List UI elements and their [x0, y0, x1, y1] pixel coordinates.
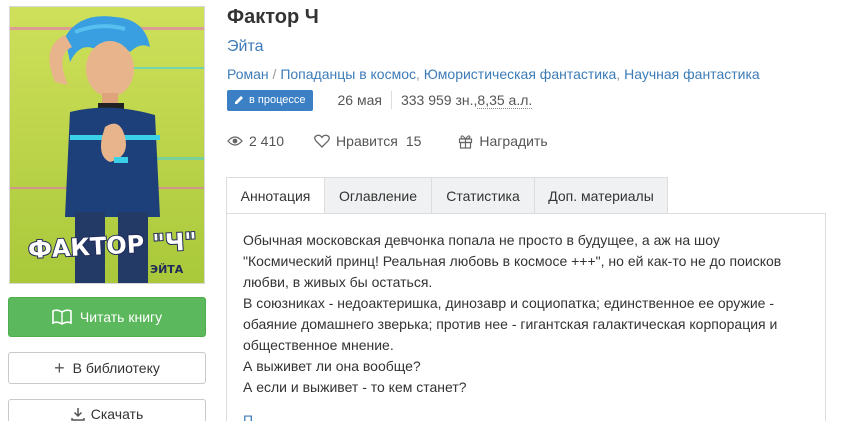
read-book-label: Читать книгу: [79, 309, 163, 325]
more-link[interactable]: П: [243, 412, 253, 421]
genre-link[interactable]: Научная фантастика: [624, 66, 760, 82]
pencil-icon: [234, 95, 244, 105]
book-stats: 2 410 Нравится 15 Наградить: [227, 131, 548, 151]
add-to-library-label: В библиотеку: [72, 360, 160, 376]
genre-link[interactable]: Юмористическая фантастика: [424, 66, 617, 82]
book-title: Фактор Ч: [227, 6, 319, 28]
tab-annotation[interactable]: Аннотация: [226, 177, 325, 214]
divider: [390, 91, 392, 109]
genre-separator: ,: [616, 66, 625, 82]
download-button[interactable]: Скачать: [8, 399, 206, 421]
svg-text:ЭЙТА: ЭЙТА: [150, 263, 184, 276]
tab-contents[interactable]: Оглавление: [325, 177, 432, 214]
status-label: в процессе: [249, 94, 306, 106]
annotation-text: Обычная московская девчонка попала не пр…: [243, 230, 808, 398]
book-meta: в процессе 26 мая 333 959 зн., 8,35 а.л.: [227, 89, 533, 111]
reward-button[interactable]: Наградить: [458, 133, 548, 149]
views-count: 2 410: [249, 133, 285, 149]
annotation-panel: Обычная московская девчонка попала не пр…: [226, 213, 826, 421]
eye-icon: [227, 136, 243, 146]
tab-extra-materials[interactable]: Доп. материалы: [535, 177, 668, 214]
download-label: Скачать: [90, 406, 144, 421]
views-counter: 2 410: [227, 133, 284, 149]
genre-list: Роман / Попаданцы в космос, Юмористическ…: [227, 66, 760, 82]
annotation-paragraph: В союзниках - недоактеришка, динозавр и …: [243, 295, 778, 353]
author-link[interactable]: Эйта: [227, 38, 263, 56]
genre-link[interactable]: Роман: [227, 66, 269, 82]
annotation-paragraph: А если и выживет - то кем станет?: [243, 379, 467, 395]
likes-label: Нравится: [336, 133, 398, 149]
heart-icon: [314, 134, 330, 148]
add-to-library-button[interactable]: + В библиотеку: [8, 352, 206, 384]
gift-icon: [459, 134, 473, 149]
size-chars: 333 959 зн.,: [400, 92, 478, 108]
genre-separator: /: [268, 66, 281, 82]
like-button[interactable]: Нравится 15: [314, 133, 421, 149]
status-badge: в процессе: [227, 89, 313, 111]
genre-link[interactable]: Попаданцы в космос: [280, 66, 416, 82]
annotation-paragraph: Обычная московская девчонка попала не пр…: [243, 232, 782, 290]
download-icon: [71, 407, 85, 421]
cover-illustration: ФАКТОР "Ч" ЭЙТА: [10, 7, 204, 283]
update-date: 26 мая: [337, 92, 382, 108]
tab-statistics[interactable]: Статистика: [432, 177, 535, 214]
tab-bar: Аннотация Оглавление Статистика Доп. мат…: [226, 177, 668, 214]
book-icon: [52, 309, 72, 325]
likes-count: 15: [405, 133, 422, 149]
read-book-button[interactable]: Читать книгу: [8, 297, 206, 337]
genre-separator: ,: [416, 66, 424, 82]
reward-label: Наградить: [479, 133, 548, 149]
plus-icon: +: [54, 358, 65, 378]
size-author-sheets: 8,35 а.л.: [477, 91, 533, 109]
book-cover[interactable]: ФАКТОР "Ч" ЭЙТА: [9, 6, 205, 284]
annotation-paragraph: А выживет ли она вообще?: [243, 358, 421, 374]
